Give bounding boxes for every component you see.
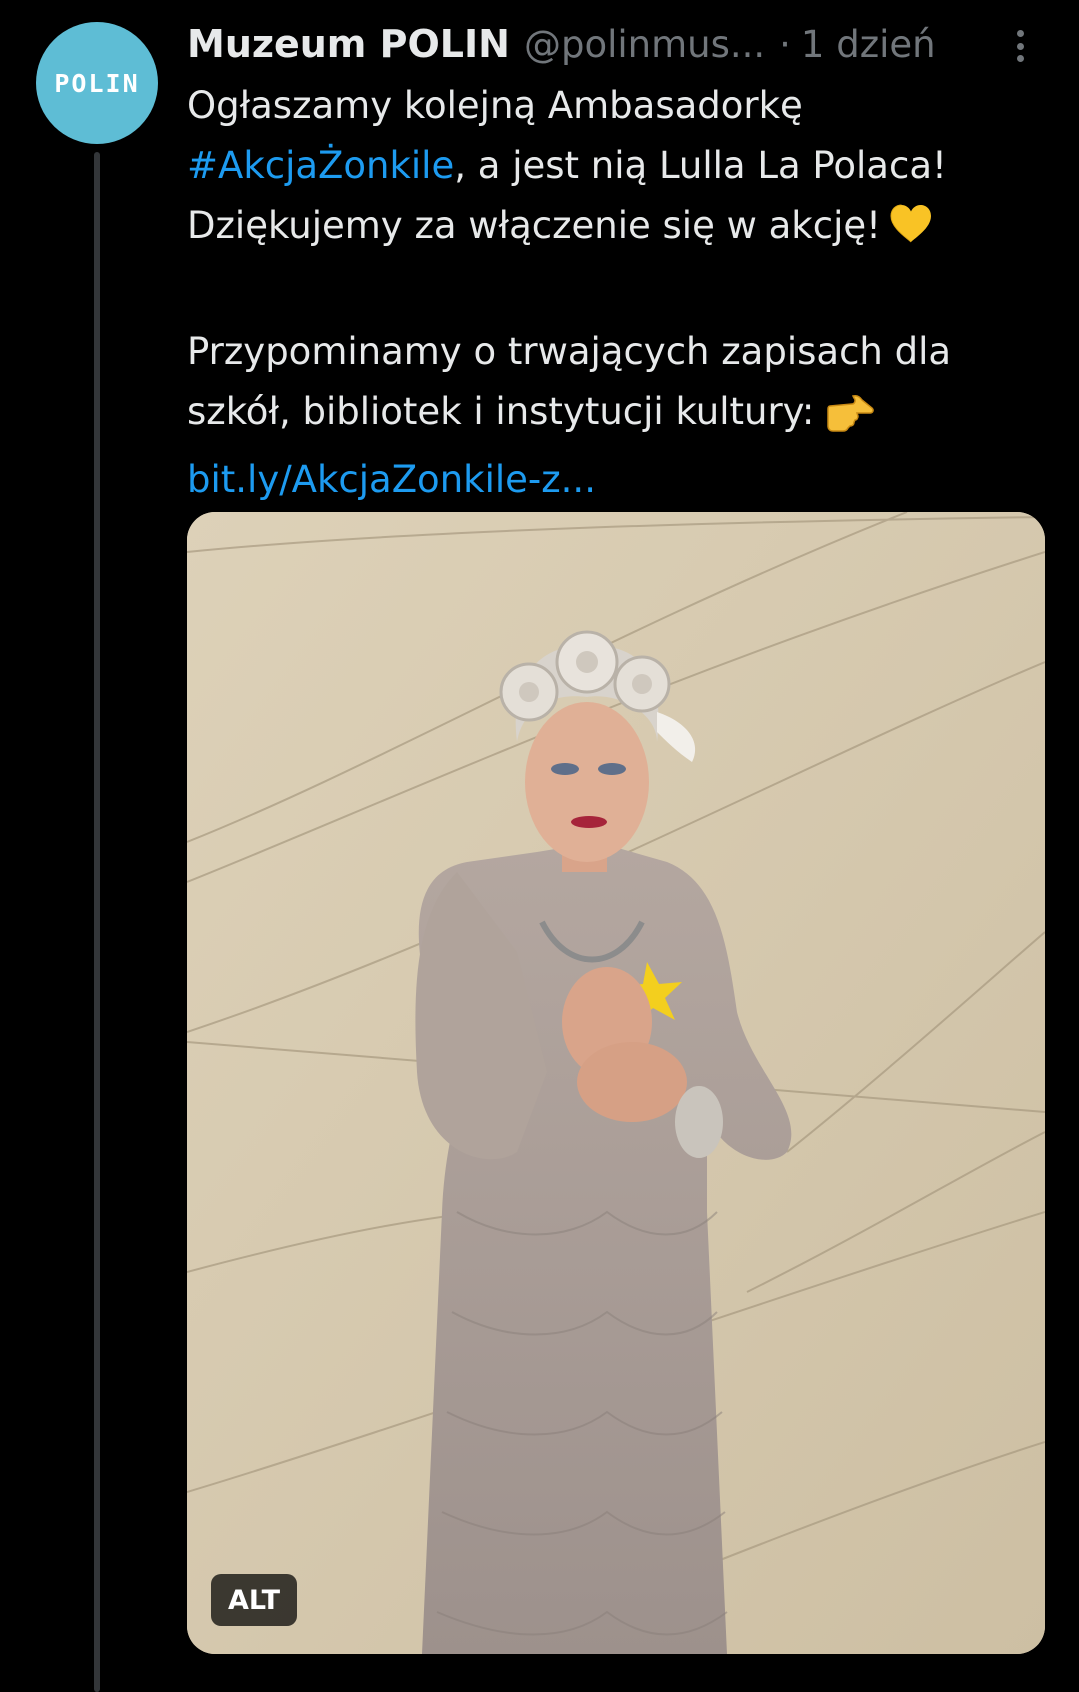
more-options-button[interactable] bbox=[1000, 24, 1040, 68]
header-separator: · bbox=[779, 22, 791, 66]
alt-text-badge[interactable]: ALT bbox=[211, 1574, 297, 1626]
more-dot-icon bbox=[1016, 30, 1024, 37]
tweet-text-fragment: , a jest nią Lulla La Polaca! bbox=[454, 144, 947, 187]
tweet-text-line: #AkcjaŻonkile, a jest nią Lulla La Polac… bbox=[187, 136, 1067, 196]
more-dot-icon bbox=[1016, 55, 1024, 62]
thread-line bbox=[94, 152, 100, 1692]
tweet-text-fragment: szkół, bibliotek i instytucji kultury: bbox=[187, 390, 815, 433]
hashtag-link[interactable]: #AkcjaŻonkile bbox=[187, 144, 454, 187]
more-dot-icon bbox=[1016, 42, 1024, 50]
tweet-text-line: Przypominamy o trwających zapisach dla bbox=[187, 330, 952, 373]
tweet-text-fragment: Dziękujemy za włączenie się w akcję! bbox=[187, 204, 881, 247]
tweet-text-line: szkół, bibliotek i instytucji kultury: bbox=[187, 382, 1067, 450]
author-display-name[interactable]: Muzeum POLIN bbox=[187, 22, 510, 66]
tweet-text-line: bit.ly/AkcjaZonkile-z... bbox=[187, 450, 1067, 510]
tweet[interactable]: POLIN Muzeum POLIN @polinmus... · 1 dzie… bbox=[0, 0, 1079, 1692]
photo-illustration bbox=[187, 512, 1045, 1654]
avatar[interactable]: POLIN bbox=[36, 22, 158, 144]
tweet-text-line: Ogłaszamy kolejną Ambasadorkę bbox=[187, 84, 803, 127]
tweet-text: Ogłaszamy kolejną Ambasadorkę #AkcjaŻonk… bbox=[187, 76, 1067, 510]
avatar-logo-text: POLIN bbox=[54, 68, 140, 98]
external-link[interactable]: bit.ly/AkcjaZonkile-z... bbox=[187, 458, 596, 501]
tweet-text-line: Dziękujemy za włączenie się w akcję! bbox=[187, 196, 1067, 262]
pointing-right-icon bbox=[824, 390, 875, 450]
tweet-header: Muzeum POLIN @polinmus... · 1 dzień bbox=[187, 20, 1067, 68]
author-handle[interactable]: @polinmus... bbox=[524, 23, 765, 66]
tweet-timestamp[interactable]: 1 dzień bbox=[801, 23, 936, 66]
yellow-heart-icon bbox=[889, 202, 933, 262]
tweet-photo[interactable]: ALT bbox=[187, 512, 1045, 1654]
